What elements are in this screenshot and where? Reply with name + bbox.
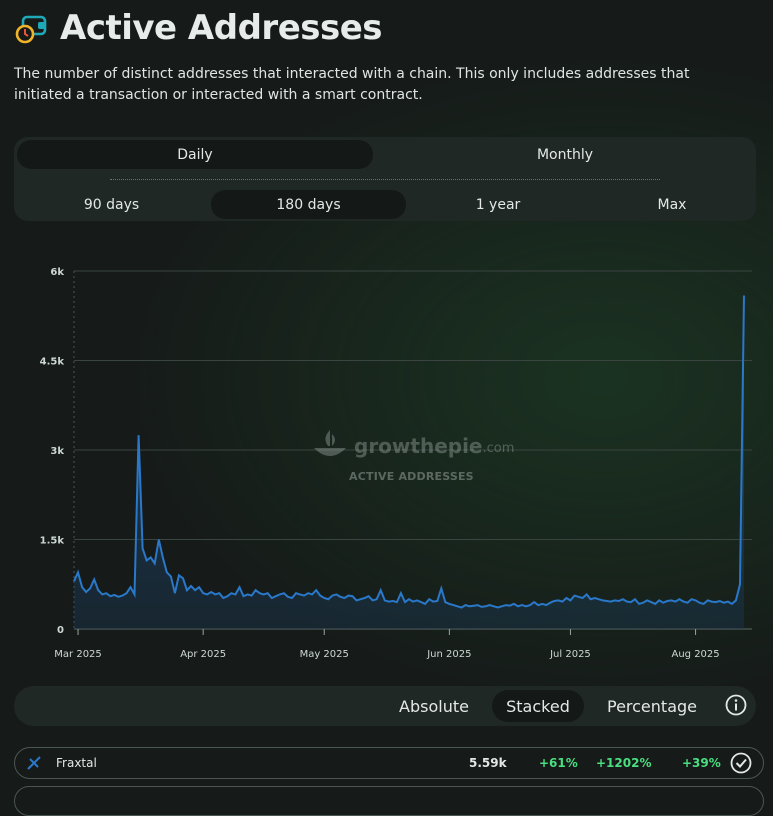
- mode-percentage[interactable]: Percentage: [592, 690, 712, 722]
- info-icon[interactable]: [725, 694, 747, 716]
- tab-max[interactable]: Max: [590, 190, 754, 219]
- chain-change-a: +61%: [539, 756, 578, 770]
- tabs-divider: [110, 179, 660, 180]
- display-mode-selector: Absolute Stacked Percentage: [14, 686, 756, 726]
- wallet-clock-icon: [15, 15, 47, 44]
- y-tick-label: 1.5k: [40, 536, 65, 547]
- mode-stacked[interactable]: Stacked: [492, 690, 584, 722]
- chain-change-b: +1202%: [596, 756, 652, 770]
- y-tick-label: 4.5k: [40, 357, 65, 368]
- chain-value: 5.59k: [469, 756, 507, 770]
- mode-absolute[interactable]: Absolute: [384, 690, 484, 722]
- growthepie-logo-icon: [314, 430, 346, 456]
- watermark: growthepie .com: [310, 428, 514, 464]
- watermark-domain: .com: [482, 441, 515, 456]
- watermark-subtitle: ACTIVE ADDRESSES: [349, 470, 474, 483]
- chain-row-next[interactable]: [14, 786, 764, 816]
- x-tick-label: May 2025: [300, 649, 349, 660]
- x-tick-label: Aug 2025: [671, 649, 719, 660]
- x-tick-label: Apr 2025: [180, 649, 226, 660]
- x-tick-label: Jul 2025: [549, 649, 591, 660]
- x-tick-label: Jun 2025: [426, 649, 471, 660]
- y-tick-label: 0: [57, 625, 64, 636]
- x-tick-label: Mar 2025: [54, 649, 102, 660]
- tab-daily[interactable]: Daily: [17, 140, 373, 169]
- chain-row-fraxtal[interactable]: Fraxtal 5.59k +61% +1202% +39%: [14, 747, 764, 779]
- timeframe-selector: Daily Monthly 90 days 180 days 1 year Ma…: [14, 137, 756, 221]
- watermark-brand: growthepie: [354, 434, 483, 458]
- y-tick-label: 3k: [50, 446, 64, 457]
- active-addresses-chart[interactable]: 6k 4.5k 3k 1.5k 0 Mar 2025 Apr 2025 May 2025 Jun…: [0, 255, 773, 675]
- tab-monthly[interactable]: Monthly: [387, 140, 743, 169]
- tab-1-year[interactable]: 1 year: [406, 190, 590, 219]
- page-header: Active Addresses: [14, 8, 383, 48]
- tab-180-days[interactable]: 180 days: [211, 190, 406, 219]
- tab-90-days[interactable]: 90 days: [17, 190, 206, 219]
- check-circle-icon[interactable]: [730, 748, 752, 778]
- y-tick-label: 6k: [50, 267, 64, 278]
- page-description: The number of distinct addresses that in…: [14, 66, 690, 103]
- chart-svg[interactable]: 6k 4.5k 3k 1.5k 0 Mar 2025 Apr 2025 May 2025 Jun…: [0, 255, 773, 675]
- fraxtal-icon: [25, 748, 43, 778]
- page-title: Active Addresses: [60, 8, 383, 48]
- chain-change-c: +39%: [682, 756, 721, 770]
- chain-name: Fraxtal: [56, 756, 97, 770]
